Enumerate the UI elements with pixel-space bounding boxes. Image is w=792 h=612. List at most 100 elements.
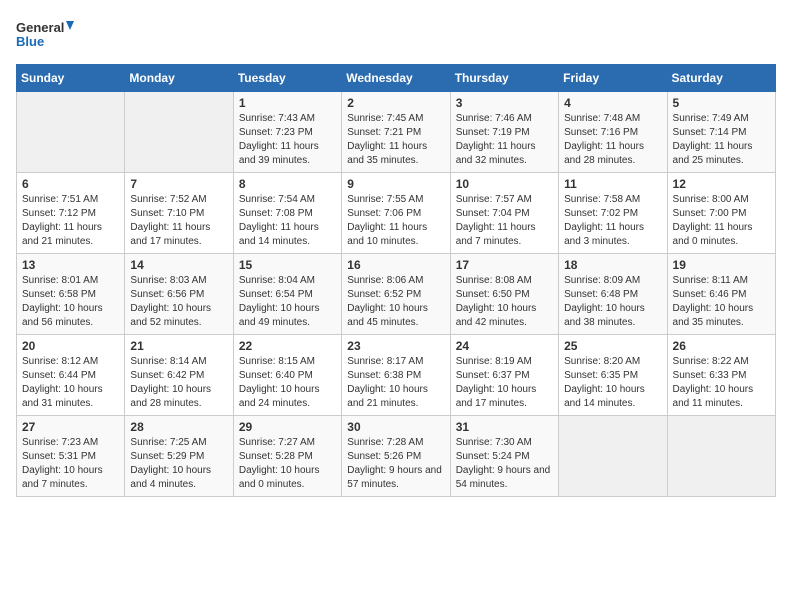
day-number: 14 (130, 258, 227, 272)
calendar-cell: 9Sunrise: 7:55 AM Sunset: 7:06 PM Daylig… (342, 173, 450, 254)
day-number: 30 (347, 420, 444, 434)
week-row-1: 1Sunrise: 7:43 AM Sunset: 7:23 PM Daylig… (17, 92, 776, 173)
day-info: Sunrise: 7:46 AM Sunset: 7:19 PM Dayligh… (456, 112, 553, 168)
day-info: Sunrise: 7:52 AM Sunset: 7:10 PM Dayligh… (130, 193, 227, 249)
day-info: Sunrise: 8:11 AM Sunset: 6:46 PM Dayligh… (673, 274, 770, 330)
day-number: 7 (130, 177, 227, 191)
day-number: 27 (22, 420, 119, 434)
day-number: 8 (239, 177, 336, 191)
calendar-cell (125, 92, 233, 173)
day-number: 4 (564, 96, 661, 110)
day-info: Sunrise: 8:19 AM Sunset: 6:37 PM Dayligh… (456, 355, 553, 411)
day-info: Sunrise: 8:15 AM Sunset: 6:40 PM Dayligh… (239, 355, 336, 411)
calendar-cell: 15 Sunrise: 8:04 AM Sunset: 6:54 PM Dayli… (233, 254, 341, 335)
day-number: 20 (22, 339, 119, 353)
logo-icon: GeneralBlue (16, 16, 76, 56)
week-row-2: 6 Sunrise: 7:51 AM Sunset: 7:12 PM Daylig… (17, 173, 776, 254)
calendar-cell (559, 416, 667, 497)
day-info: Sunrise: 7:25 AM Sunset: 5:29 PM Dayligh… (130, 436, 227, 492)
day-info: Sunrise: 7:49 AM Sunset: 7:14 PM Dayligh… (673, 112, 770, 168)
day-info: Sunrise: 8:12 AM Sunset: 6:44 PM Dayligh… (22, 355, 119, 411)
day-number: 19 (673, 258, 770, 272)
calendar-cell: 20 Sunrise: 8:12 AM Sunset: 6:44 PM Dayli… (17, 335, 125, 416)
calendar-cell: 29Sunrise: 7:27 AM Sunset: 5:28 PM Dayli… (233, 416, 341, 497)
day-info: Sunrise: 8:06 AM Sunset: 6:52 PM Dayligh… (347, 274, 444, 330)
day-info: Sunrise: 8:09 AM Sunset: 6:48 PM Dayligh… (564, 274, 661, 330)
day-number: 1 (239, 96, 336, 110)
column-header-friday: Friday (559, 65, 667, 92)
day-info: Sunrise: 8:17 AM Sunset: 6:38 PM Dayligh… (347, 355, 444, 411)
calendar-cell: 28 Sunrise: 7:25 AM Sunset: 5:29 PM Dayli… (125, 416, 233, 497)
day-number: 18 (564, 258, 661, 272)
day-number: 3 (456, 96, 553, 110)
day-number: 15 (239, 258, 336, 272)
day-info: Sunrise: 8:01 AM Sunset: 6:58 PM Dayligh… (22, 274, 119, 330)
calendar-cell: 24Sunrise: 8:19 AM Sunset: 6:37 PM Dayli… (450, 335, 558, 416)
calendar-cell: 22 Sunrise: 8:15 AM Sunset: 6:40 PM Dayli… (233, 335, 341, 416)
day-number: 29 (239, 420, 336, 434)
calendar-cell: 23 Sunrise: 8:17 AM Sunset: 6:38 PM Dayli… (342, 335, 450, 416)
day-number: 6 (22, 177, 119, 191)
calendar-cell: 27 Sunrise: 7:23 AM Sunset: 5:31 PM Dayli… (17, 416, 125, 497)
calendar-cell: 26 Sunrise: 8:22 AM Sunset: 6:33 PM Dayli… (667, 335, 775, 416)
calendar-cell: 25 Sunrise: 8:20 AM Sunset: 6:35 PM Dayli… (559, 335, 667, 416)
day-number: 12 (673, 177, 770, 191)
day-info: Sunrise: 7:45 AM Sunset: 7:21 PM Dayligh… (347, 112, 444, 168)
day-number: 11 (564, 177, 661, 191)
calendar-cell: 7 Sunrise: 7:52 AM Sunset: 7:10 PM Daylig… (125, 173, 233, 254)
calendar-cell: 30 Sunrise: 7:28 AM Sunset: 5:26 PM Dayli… (342, 416, 450, 497)
day-number: 28 (130, 420, 227, 434)
day-number: 5 (673, 96, 770, 110)
svg-text:Blue: Blue (16, 34, 44, 49)
column-header-sunday: Sunday (17, 65, 125, 92)
day-info: Sunrise: 8:20 AM Sunset: 6:35 PM Dayligh… (564, 355, 661, 411)
day-number: 16 (347, 258, 444, 272)
logo: GeneralBlue (16, 16, 76, 56)
day-info: Sunrise: 8:04 AM Sunset: 6:54 PM Dayligh… (239, 274, 336, 330)
calendar-cell: 14 Sunrise: 8:03 AM Sunset: 6:56 PM Dayli… (125, 254, 233, 335)
calendar-cell: 10Sunrise: 7:57 AM Sunset: 7:04 PM Dayli… (450, 173, 558, 254)
calendar-header-row: SundayMondayTuesdayWednesdayThursdayFrid… (17, 65, 776, 92)
page-header: GeneralBlue (16, 16, 776, 56)
week-row-3: 13Sunrise: 8:01 AM Sunset: 6:58 PM Dayli… (17, 254, 776, 335)
calendar-cell: 4 Sunrise: 7:48 AM Sunset: 7:16 PM Daylig… (559, 92, 667, 173)
calendar-cell (667, 416, 775, 497)
column-header-saturday: Saturday (667, 65, 775, 92)
day-info: Sunrise: 7:28 AM Sunset: 5:26 PM Dayligh… (347, 436, 444, 492)
day-info: Sunrise: 7:30 AM Sunset: 5:24 PM Dayligh… (456, 436, 553, 492)
calendar-cell: 2 Sunrise: 7:45 AM Sunset: 7:21 PM Daylig… (342, 92, 450, 173)
day-number: 25 (564, 339, 661, 353)
day-info: Sunrise: 8:00 AM Sunset: 7:00 PM Dayligh… (673, 193, 770, 249)
day-info: Sunrise: 7:51 AM Sunset: 7:12 PM Dayligh… (22, 193, 119, 249)
calendar-cell: 5 Sunrise: 7:49 AM Sunset: 7:14 PM Daylig… (667, 92, 775, 173)
calendar-cell: 3 Sunrise: 7:46 AM Sunset: 7:19 PM Daylig… (450, 92, 558, 173)
calendar-cell: 18 Sunrise: 8:09 AM Sunset: 6:48 PM Dayli… (559, 254, 667, 335)
column-header-monday: Monday (125, 65, 233, 92)
week-row-4: 20 Sunrise: 8:12 AM Sunset: 6:44 PM Dayli… (17, 335, 776, 416)
day-info: Sunrise: 8:08 AM Sunset: 6:50 PM Dayligh… (456, 274, 553, 330)
calendar-table: SundayMondayTuesdayWednesdayThursdayFrid… (16, 64, 776, 497)
calendar-cell: 19 Sunrise: 8:11 AM Sunset: 6:46 PM Dayli… (667, 254, 775, 335)
day-number: 21 (130, 339, 227, 353)
day-number: 23 (347, 339, 444, 353)
day-number: 26 (673, 339, 770, 353)
calendar-cell: 13Sunrise: 8:01 AM Sunset: 6:58 PM Dayli… (17, 254, 125, 335)
day-number: 22 (239, 339, 336, 353)
calendar-cell: 12 Sunrise: 8:00 AM Sunset: 7:00 PM Dayli… (667, 173, 775, 254)
day-info: Sunrise: 8:03 AM Sunset: 6:56 PM Dayligh… (130, 274, 227, 330)
day-info: Sunrise: 8:22 AM Sunset: 6:33 PM Dayligh… (673, 355, 770, 411)
svg-text:General: General (16, 20, 64, 35)
week-row-5: 27 Sunrise: 7:23 AM Sunset: 5:31 PM Dayli… (17, 416, 776, 497)
column-header-tuesday: Tuesday (233, 65, 341, 92)
calendar-cell: 16 Sunrise: 8:06 AM Sunset: 6:52 PM Dayli… (342, 254, 450, 335)
calendar-cell (17, 92, 125, 173)
day-info: Sunrise: 7:48 AM Sunset: 7:16 PM Dayligh… (564, 112, 661, 168)
calendar-cell: 31Sunrise: 7:30 AM Sunset: 5:24 PM Dayli… (450, 416, 558, 497)
day-info: Sunrise: 7:58 AM Sunset: 7:02 PM Dayligh… (564, 193, 661, 249)
calendar-cell: 21Sunrise: 8:14 AM Sunset: 6:42 PM Dayli… (125, 335, 233, 416)
day-info: Sunrise: 7:54 AM Sunset: 7:08 PM Dayligh… (239, 193, 336, 249)
day-info: Sunrise: 7:23 AM Sunset: 5:31 PM Dayligh… (22, 436, 119, 492)
day-number: 2 (347, 96, 444, 110)
calendar-cell: 11 Sunrise: 7:58 AM Sunset: 7:02 PM Dayli… (559, 173, 667, 254)
day-info: Sunrise: 7:57 AM Sunset: 7:04 PM Dayligh… (456, 193, 553, 249)
